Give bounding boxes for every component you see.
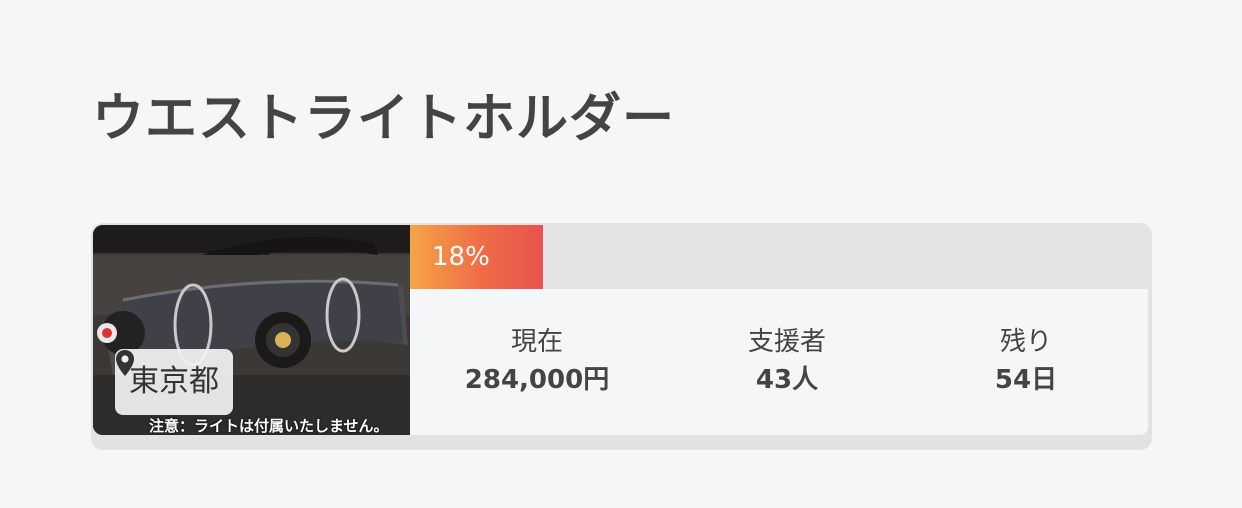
stat-label: 支援者 xyxy=(747,327,826,357)
page-title: ウエストライトホルダー xyxy=(92,89,676,149)
photo-caption: 注意：ライトは付属いたしません。 xyxy=(149,417,389,435)
stat-value: 54日 xyxy=(994,365,1058,396)
stat-supporters: 支援者 43人 xyxy=(667,327,907,398)
stat-label: 残り xyxy=(999,327,1052,357)
location-badge: 東京都 xyxy=(115,349,233,415)
location-label: 東京都 xyxy=(129,364,219,399)
progress-percent-label: 18% xyxy=(432,242,490,272)
stat-value: 43人 xyxy=(755,365,819,396)
project-thumbnail[interactable]: 東京都 注意：ライトは付属いたしません。 xyxy=(93,225,410,435)
stat-current-amount: 現在 284,000円 xyxy=(417,327,657,398)
funding-progress-bar: 18% xyxy=(410,225,1150,289)
project-card[interactable]: 東京都 注意：ライトは付属いたしません。 18% 現在 284,000円 支援者… xyxy=(91,223,1152,450)
map-pin-icon xyxy=(116,350,134,376)
project-stats: 現在 284,000円 支援者 43人 残り 54日 xyxy=(410,289,1148,435)
stat-value: 284,000円 xyxy=(464,365,610,396)
stat-days-remaining: 残り 54日 xyxy=(906,327,1146,398)
stat-label: 現在 xyxy=(510,327,563,357)
